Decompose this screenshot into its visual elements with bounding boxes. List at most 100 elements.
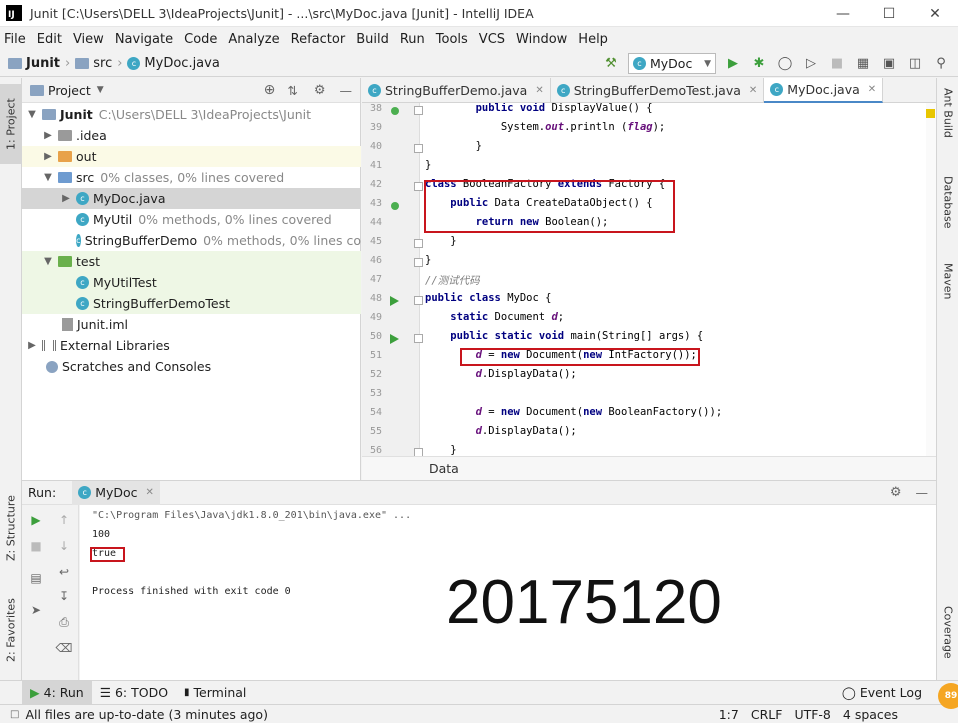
- chevron-right-icon[interactable]: ▶: [26, 340, 38, 351]
- profile-icon[interactable]: ▷: [801, 54, 821, 74]
- tree-item-idea[interactable]: ▶ .idea: [22, 125, 361, 146]
- fold-marker-icon[interactable]: [414, 258, 423, 267]
- menu-code[interactable]: Code: [180, 32, 221, 47]
- tree-item-junit-iml[interactable]: Junit.iml: [22, 314, 361, 335]
- search-icon[interactable]: ⚲: [931, 54, 951, 74]
- tree-item-junit[interactable]: ▼ Junit C:\Users\DELL 3\IdeaProjects\Jun…: [22, 104, 361, 125]
- breadcrumb-file[interactable]: MyDoc.java: [144, 56, 219, 71]
- stop-icon[interactable]: ■: [27, 537, 45, 555]
- soft-wrap-icon[interactable]: ↩: [55, 563, 73, 581]
- up-icon[interactable]: ↑: [55, 511, 73, 529]
- menu-view[interactable]: View: [69, 32, 108, 47]
- menu-navigate[interactable]: Navigate: [111, 32, 177, 47]
- tree-item-test[interactable]: ▼ test: [22, 251, 361, 272]
- pin-icon[interactable]: ➤: [27, 601, 45, 619]
- chevron-right-icon[interactable]: ▶: [42, 130, 54, 141]
- tab-stringbufferdemotest[interactable]: c StringBufferDemoTest.java ✕: [551, 78, 765, 103]
- down-icon[interactable]: ↓: [55, 537, 73, 555]
- status-square-icon[interactable]: □: [10, 709, 19, 720]
- tree-item-stringbufferdemotest[interactable]: c StringBufferDemoTest: [22, 293, 361, 314]
- tool-tab-terminal[interactable]: ▮ Terminal: [176, 681, 254, 705]
- fold-marker-icon[interactable]: [414, 182, 423, 191]
- line-separator[interactable]: CRLF: [751, 707, 783, 722]
- override-marker-icon[interactable]: [391, 202, 399, 210]
- tree-item-scratches[interactable]: Scratches and Consoles: [22, 356, 361, 377]
- fold-marker-icon[interactable]: [414, 144, 423, 153]
- run-icon[interactable]: ▶: [723, 54, 743, 74]
- locate-icon[interactable]: ⊕: [264, 82, 276, 98]
- tool-tab-todo[interactable]: ☰ 6: TODO: [92, 681, 176, 705]
- menu-run[interactable]: Run: [396, 32, 429, 47]
- breadcrumb-src[interactable]: src: [93, 56, 112, 71]
- menu-analyze[interactable]: Analyze: [224, 32, 283, 47]
- menu-file[interactable]: File: [0, 32, 30, 47]
- run-gutter-icon[interactable]: [390, 296, 399, 306]
- tree-item-src[interactable]: ▼ src 0% classes, 0% lines covered: [22, 167, 361, 188]
- close-icon[interactable]: ✕: [749, 85, 757, 96]
- trash-icon[interactable]: ⌫: [55, 639, 73, 657]
- stop-icon[interactable]: ■: [827, 54, 847, 74]
- notification-badge[interactable]: 89: [938, 683, 958, 709]
- fold-marker-icon[interactable]: [414, 239, 423, 248]
- ant-build-tab[interactable]: Ant Build: [937, 88, 958, 158]
- hide-icon[interactable]: —: [340, 83, 353, 98]
- tree-item-external-libraries[interactable]: ▶ External Libraries: [22, 335, 361, 356]
- tab-mydoc[interactable]: c MyDoc.java ✕: [764, 78, 884, 103]
- layout-icon[interactable]: ◫: [905, 54, 925, 74]
- tool-tab-run[interactable]: ▶ 4: Run: [22, 680, 92, 705]
- tree-item-mydoc[interactable]: ▶ c MyDoc.java: [22, 188, 361, 209]
- console-output[interactable]: "C:\Program Files\Java\jdk1.8.0_201\bin\…: [80, 505, 936, 680]
- coverage-tab[interactable]: Coverage: [937, 606, 958, 676]
- structure-tool-tab[interactable]: Z: Structure: [0, 488, 22, 568]
- tree-item-myutil[interactable]: c MyUtil 0% methods, 0% lines covered: [22, 209, 361, 230]
- favorites-tool-tab[interactable]: 2: Favorites: [0, 588, 22, 673]
- event-log-button[interactable]: ◯ Event Log: [834, 681, 930, 705]
- close-icon[interactable]: ✕: [535, 85, 543, 96]
- database-tab[interactable]: Database: [937, 176, 958, 246]
- menu-help[interactable]: Help: [574, 32, 612, 47]
- menu-tools[interactable]: Tools: [432, 32, 472, 47]
- minimize-button[interactable]: —: [820, 0, 866, 27]
- tree-item-out[interactable]: ▶ out: [22, 146, 361, 167]
- editor-scrollbar[interactable]: [926, 103, 936, 456]
- run-config-select[interactable]: c MyDoc ▼: [628, 53, 716, 74]
- override-marker-icon[interactable]: [391, 107, 399, 115]
- tree-item-myutiltest[interactable]: c MyUtilTest: [22, 272, 361, 293]
- menu-build[interactable]: Build: [352, 32, 393, 47]
- editor-breadcrumb-item[interactable]: Data: [429, 461, 459, 476]
- menu-edit[interactable]: Edit: [33, 32, 66, 47]
- sdk-icon[interactable]: ▣: [879, 54, 899, 74]
- fold-marker-icon[interactable]: [414, 334, 423, 343]
- project-tool-tab[interactable]: 1: Project: [0, 84, 22, 164]
- gear-icon[interactable]: ⚙: [314, 83, 326, 98]
- maven-tab[interactable]: Maven: [937, 263, 958, 318]
- collapse-all-icon[interactable]: ⇅: [287, 83, 297, 98]
- indent-setting[interactable]: 4 spaces: [843, 707, 898, 722]
- chevron-down-icon[interactable]: ▼: [26, 109, 38, 120]
- chevron-down-icon[interactable]: ▼: [97, 85, 104, 95]
- chevron-right-icon[interactable]: ▶: [60, 193, 72, 204]
- fold-marker-icon[interactable]: [414, 106, 423, 115]
- layout-icon[interactable]: ▤: [27, 569, 45, 587]
- breadcrumb-project[interactable]: Junit: [26, 56, 60, 71]
- tab-stringbufferdemo[interactable]: c StringBufferDemo.java ✕: [362, 78, 551, 103]
- gear-icon[interactable]: ⚙: [890, 485, 902, 500]
- build-hammer-icon[interactable]: ⚒: [601, 54, 621, 74]
- fold-marker-icon[interactable]: [414, 448, 423, 456]
- run-tab-mydoc[interactable]: c MyDoc ✕: [72, 480, 160, 505]
- chevron-right-icon[interactable]: ▶: [42, 151, 54, 162]
- file-encoding[interactable]: UTF-8: [794, 707, 830, 722]
- coverage-icon[interactable]: ◯: [775, 54, 795, 74]
- debug-icon[interactable]: ✱: [749, 54, 769, 74]
- project-panel-title[interactable]: Project: [48, 83, 91, 98]
- chevron-down-icon[interactable]: ▼: [42, 172, 54, 183]
- tree-item-stringbufferdemo[interactable]: c StringBufferDemo 0% methods, 0% lines …: [22, 230, 361, 251]
- hide-icon[interactable]: —: [916, 485, 929, 500]
- chevron-down-icon[interactable]: ▼: [42, 256, 54, 267]
- fold-marker-icon[interactable]: [414, 296, 423, 305]
- close-icon[interactable]: ✕: [868, 84, 876, 95]
- rerun-icon[interactable]: ▶: [27, 511, 45, 529]
- code-editor[interactable]: 38 39 40 41 42 43 44 45 46 47 48 49 50 51 52 53 54 55 56 p…: [362, 103, 936, 456]
- close-icon[interactable]: ✕: [146, 487, 154, 498]
- caret-position[interactable]: 1:7: [719, 707, 739, 722]
